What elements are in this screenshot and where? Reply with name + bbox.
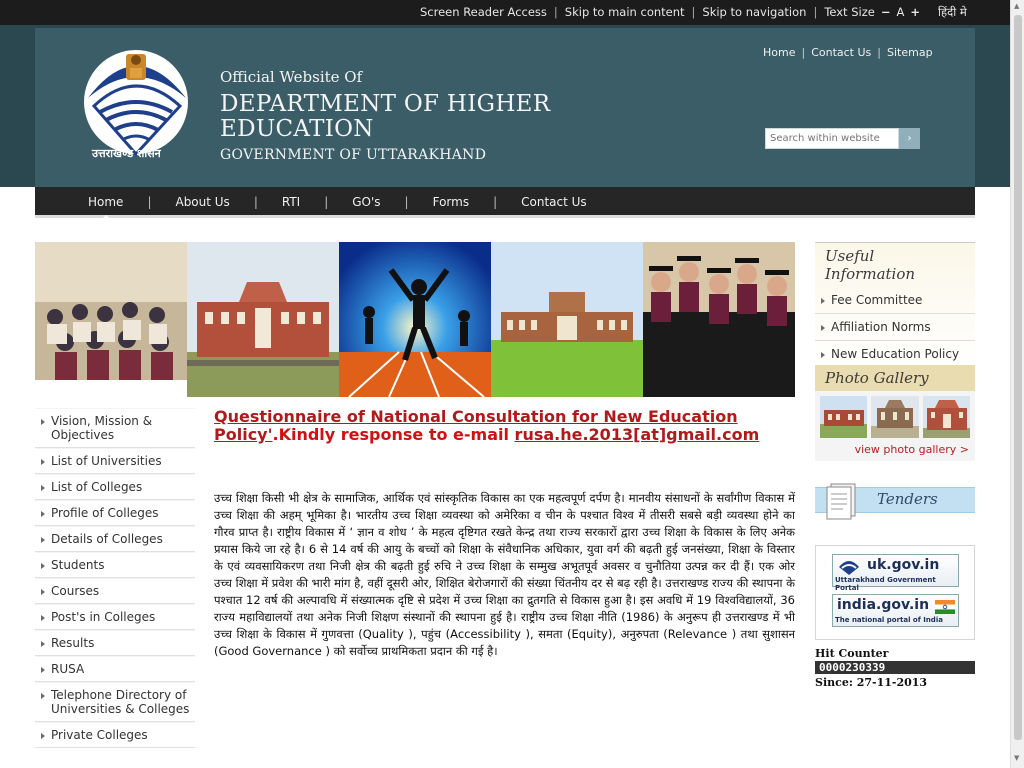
tenders-box[interactable]: Tenders xyxy=(815,482,975,520)
scroll-down-icon[interactable]: ▼ xyxy=(1014,754,1019,762)
portal2-caption: The national portal of India xyxy=(835,616,943,624)
banner-runners-image xyxy=(339,242,491,397)
hit-counter-since: Since: 27-11-2013 xyxy=(815,676,928,689)
banner-graduates-image xyxy=(643,242,795,397)
text-increase-button[interactable]: + xyxy=(910,5,920,19)
gallery-thumb[interactable] xyxy=(871,396,919,438)
uttarakhand-logo-icon xyxy=(837,557,861,575)
text-size-label: Text Size xyxy=(824,5,875,19)
menu-posts[interactable]: Post's in Colleges xyxy=(35,604,195,630)
useful-information-box: Useful Information Fee Committee Affilia… xyxy=(815,242,975,368)
intro-paragraph: उच्च शिक्षा किसी भी क्षेत्र के सामाजिक, … xyxy=(214,491,795,658)
portal1-name: uk.gov.in xyxy=(867,557,940,573)
scrollbar-thumb[interactable] xyxy=(1014,15,1022,740)
banner-classroom-image xyxy=(35,242,187,397)
nav-gos[interactable]: GO's xyxy=(352,195,380,209)
uk-gov-portal-link[interactable]: uk.gov.in Uttarakhand Government Portal xyxy=(832,554,959,592)
skip-nav-link[interactable]: Skip to navigation xyxy=(702,5,806,19)
search-button[interactable]: › xyxy=(899,128,920,149)
fee-committee-link[interactable]: Fee Committee xyxy=(815,287,975,314)
banner-building-image xyxy=(187,242,339,397)
screen-reader-link[interactable]: Screen Reader Access xyxy=(420,5,547,19)
menu-profile-colleges[interactable]: Profile of Colleges xyxy=(35,500,195,526)
search-input[interactable] xyxy=(765,128,899,149)
menu-private-colleges[interactable]: Private Colleges xyxy=(35,722,195,748)
header-sitemap-link[interactable]: Sitemap xyxy=(887,46,933,59)
main-nav: Home | About Us | RTI | GO's | Forms | Contac… xyxy=(35,187,975,219)
portal2-name: india.gov.in xyxy=(837,597,930,613)
dept-title-line1: DEPARTMENT OF HIGHER xyxy=(220,91,551,117)
view-gallery-link[interactable]: view photo gallery > xyxy=(815,443,975,456)
header-home-link[interactable]: Home xyxy=(763,46,795,59)
menu-telephone-directory[interactable]: Telephone Directory of Universities & Co… xyxy=(35,682,195,722)
govt-label: GOVERNMENT OF UTTARAKHAND xyxy=(220,147,487,163)
search-box: › xyxy=(765,128,920,149)
page-scrollbar[interactable]: ▲ ▼ xyxy=(1010,0,1024,768)
dept-title-line2: EDUCATION xyxy=(220,116,374,142)
left-menu: Vision, Mission & Objectives List of Uni… xyxy=(35,408,195,748)
useful-information-heading: Useful Information xyxy=(825,247,916,283)
hit-counter-label: Hit Counter xyxy=(815,647,889,660)
tenders-label: Tenders xyxy=(877,490,938,508)
menu-students[interactable]: Students xyxy=(35,552,195,578)
hit-count-value: 0000230339 xyxy=(815,661,975,674)
header-links: Home | Contact Us | Sitemap xyxy=(763,46,933,59)
logo-caption: उत्तराखण्ड शासन xyxy=(92,147,161,160)
gallery-thumb[interactable] xyxy=(922,396,970,438)
announcement-text: .Kindly response to e-mail xyxy=(272,425,515,444)
portal-links-box: uk.gov.in Uttarakhand Government Portal … xyxy=(815,545,975,640)
document-icon xyxy=(821,482,859,520)
gallery-thumb[interactable] xyxy=(820,396,868,438)
skip-main-link[interactable]: Skip to main content xyxy=(565,5,685,19)
nav-about[interactable]: About Us xyxy=(175,195,229,209)
site-header: उत्तराखण्ड शासन Official Website Of DEPA… xyxy=(35,28,975,187)
banner-strip xyxy=(35,242,795,397)
chevron-right-icon: › xyxy=(907,133,912,144)
accessibility-bar: Screen Reader Access | Skip to main cont… xyxy=(0,0,1010,25)
nav-home[interactable]: Home xyxy=(88,195,123,219)
india-flag-icon xyxy=(935,599,955,614)
menu-vision[interactable]: Vision, Mission & Objectives xyxy=(35,408,195,448)
menu-colleges[interactable]: List of Colleges xyxy=(35,474,195,500)
site-title: Official Website Of DEPARTMENT OF HIGHER… xyxy=(220,68,550,163)
education-policy-link[interactable]: New Education Policy xyxy=(815,341,975,368)
scroll-up-icon[interactable]: ▲ xyxy=(1014,2,1019,10)
nav-contact[interactable]: Contact Us xyxy=(521,195,587,209)
text-decrease-button[interactable]: − xyxy=(881,5,891,19)
official-label: Official Website Of xyxy=(220,68,363,86)
portal1-caption: Uttarakhand Government Portal xyxy=(835,576,936,592)
menu-universities[interactable]: List of Universities xyxy=(35,448,195,474)
announcement: Questionnaire of National Consultation f… xyxy=(214,408,795,444)
uttarakhand-logo[interactable]: उत्तराखण्ड शासन xyxy=(82,46,192,161)
email-link[interactable]: rusa.he.2013[at]gmail.com xyxy=(515,425,760,444)
hit-counter: Hit Counter 0000230339 Since: 27-11-2013 xyxy=(815,647,975,689)
photo-gallery-box: Photo Gallery view photo gallery > xyxy=(815,365,975,461)
main-content: Questionnaire of National Consultation f… xyxy=(214,408,795,660)
header-contact-link[interactable]: Contact Us xyxy=(811,46,871,59)
right-sidebar: Useful Information Fee Committee Affilia… xyxy=(815,242,975,689)
menu-results[interactable]: Results xyxy=(35,630,195,656)
menu-courses[interactable]: Courses xyxy=(35,578,195,604)
banner-campus-image xyxy=(491,242,643,397)
menu-details-colleges[interactable]: Details of Colleges xyxy=(35,526,195,552)
text-reset-button[interactable]: A xyxy=(896,5,904,19)
india-gov-portal-link[interactable]: india.gov.in The national portal of Indi… xyxy=(832,594,959,627)
menu-rusa[interactable]: RUSA xyxy=(35,656,195,682)
affiliation-norms-link[interactable]: Affiliation Norms xyxy=(815,314,975,341)
photo-gallery-heading: Photo Gallery xyxy=(815,365,975,391)
hindi-link[interactable]: हिंदी मे xyxy=(938,5,967,20)
nav-rti[interactable]: RTI xyxy=(282,195,300,209)
nav-forms[interactable]: Forms xyxy=(433,195,469,209)
